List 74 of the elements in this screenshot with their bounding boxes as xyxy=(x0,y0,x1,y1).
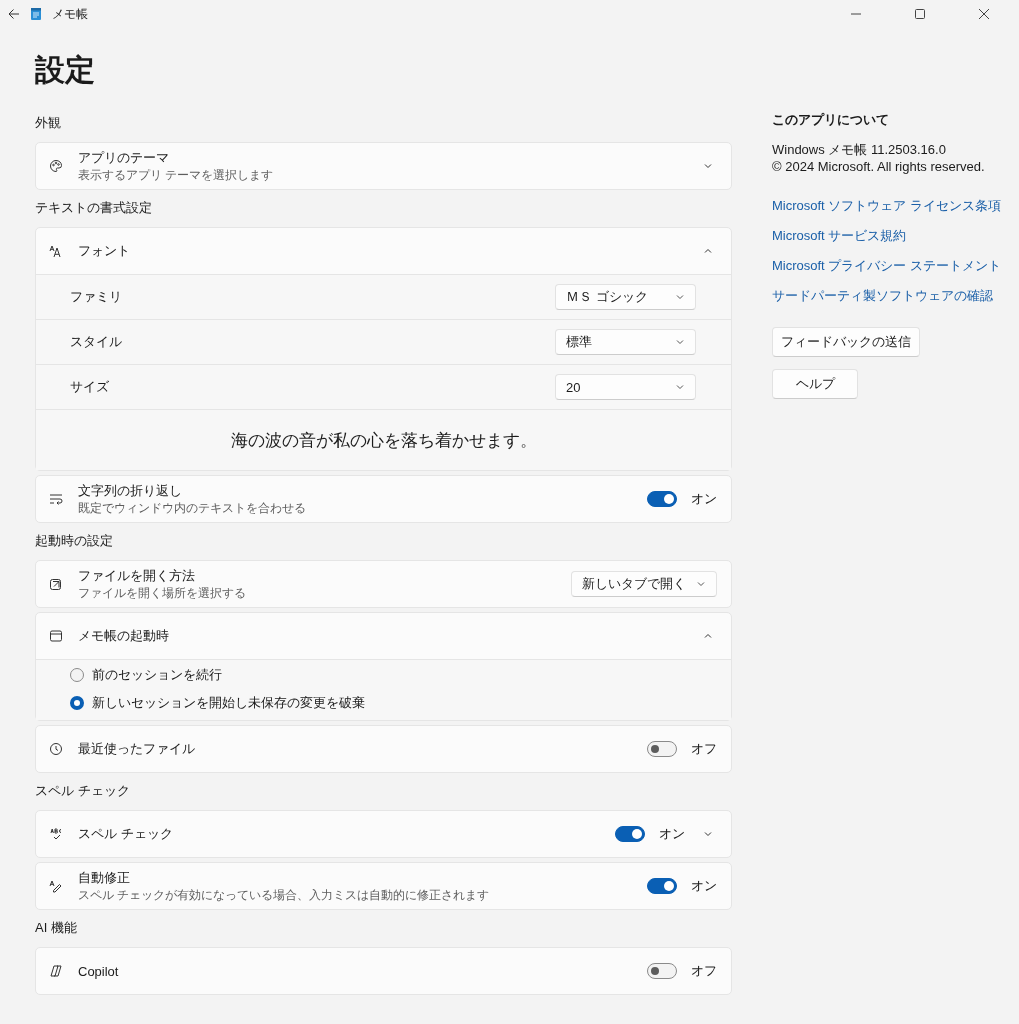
about-button[interactable]: ヘルプ xyxy=(772,369,858,399)
chevron-down-icon xyxy=(675,382,685,392)
setting-title: 文字列の折り返し xyxy=(78,482,182,500)
text-wrap-icon xyxy=(48,491,64,507)
setting-card[interactable]: フォント ファミリ ＭＳ ゴシック スタイル 標準 サイズ 20 海の波の音が私の心を落ち着かせます。 xyxy=(35,227,732,471)
chevron-down-icon xyxy=(675,292,685,302)
spell-check-icon xyxy=(48,826,64,842)
setting-card[interactable]: アプリのテーマ 表示するアプリ テーマを選択します xyxy=(35,142,732,190)
setting-title: Copilot xyxy=(78,963,119,979)
palette-icon xyxy=(48,158,64,174)
setting-description: スペル チェックが有効になっている場合、入力ミスは自動的に修正されます xyxy=(78,888,490,903)
open-file-icon xyxy=(48,576,64,592)
section-heading: 起動時の設定 xyxy=(35,532,113,550)
toggle-state-label: オン xyxy=(659,825,685,843)
setting-title: ファイルを開く方法 xyxy=(78,567,195,585)
setting-card[interactable]: スペル チェック オン xyxy=(35,810,732,858)
section-heading: AI 機能 xyxy=(35,919,77,937)
setting-description: ファイルを開く場所を選択する xyxy=(78,586,246,601)
setting-card[interactable]: メモ帳の起動時 前のセッションを続行 新しいセッションを開始し未保存の変更を破棄 xyxy=(35,612,732,721)
dropdown[interactable]: 20 xyxy=(555,374,696,400)
setting-description: 既定でウィンドウ内のテキストを合わせる xyxy=(78,501,306,516)
toggle-state-label: オフ xyxy=(691,740,717,758)
version-text: Windows メモ帳 11.2503.16.0 xyxy=(772,141,946,158)
window-icon xyxy=(48,628,64,644)
setting-description: 表示するアプリ テーマを選択します xyxy=(78,168,274,183)
font-preview-text: 海の波の音が私の心を落ち着かせます。 xyxy=(230,429,537,452)
dropdown[interactable]: ＭＳ ゴシック xyxy=(555,284,696,310)
section-heading: テキストの書式設定 xyxy=(35,199,152,217)
setting-label: サイズ xyxy=(70,378,110,396)
radio-option[interactable]: 新しいセッションを開始し未保存の変更を破棄 xyxy=(70,694,697,712)
setting-card[interactable]: ファイルを開く方法 ファイルを開く場所を選択する 新しいタブで開く xyxy=(35,560,732,608)
setting-card[interactable]: 文字列の折り返し 既定でウィンドウ内のテキストを合わせる オン xyxy=(35,475,732,523)
font-size-icon xyxy=(48,243,64,259)
setting-card[interactable]: 最近使ったファイル オフ xyxy=(35,725,732,773)
radio-button[interactable] xyxy=(70,696,84,710)
chevron-down-icon xyxy=(696,579,706,589)
chevron-down-icon xyxy=(675,337,685,347)
toggle-switch[interactable] xyxy=(647,741,677,757)
toggle-switch[interactable] xyxy=(647,878,677,894)
section-heading: 外観 xyxy=(35,114,61,132)
window-title: メモ帳 xyxy=(52,5,89,23)
toggle-state-label: オフ xyxy=(691,962,717,980)
page-title: 設定 xyxy=(35,52,95,88)
back-arrow-icon[interactable] xyxy=(8,8,20,20)
dropdown[interactable]: 標準 xyxy=(555,329,696,355)
link[interactable]: Microsoft サービス規約 xyxy=(772,227,907,245)
toggle-state-label: オン xyxy=(691,490,717,508)
setting-title: 最近使ったファイル xyxy=(78,740,195,758)
about-button[interactable]: フィードバックの送信 xyxy=(772,327,920,357)
toggle-switch[interactable] xyxy=(615,826,645,842)
about-heading: このアプリについて xyxy=(772,111,889,129)
setting-title: アプリのテーマ xyxy=(78,149,169,167)
setting-label: ファミリ xyxy=(70,288,123,306)
setting-title: フォント xyxy=(78,242,130,260)
setting-card[interactable]: 自動修正 スペル チェックが有効になっている場合、入力ミスは自動的に修正されます オン xyxy=(35,862,732,910)
setting-title: 自動修正 xyxy=(78,869,130,887)
link[interactable]: サードパーティ製ソフトウェアの確認 xyxy=(772,287,993,305)
notepad-icon xyxy=(30,7,42,21)
radio-option[interactable]: 前のセッションを続行 xyxy=(70,666,697,684)
setting-card[interactable]: Copilot オフ xyxy=(35,947,732,995)
setting-label: スタイル xyxy=(70,333,123,351)
setting-title: スペル チェック xyxy=(78,825,173,843)
section-heading: スペル チェック xyxy=(35,782,130,800)
toggle-switch[interactable] xyxy=(647,491,677,507)
dropdown[interactable]: 新しいタブで開く xyxy=(571,571,717,597)
setting-title: メモ帳の起動時 xyxy=(78,627,169,645)
toggle-state-label: オン xyxy=(691,877,717,895)
copyright-text: © 2024 Microsoft. All rights reserved. xyxy=(772,158,985,175)
clock-icon xyxy=(48,741,64,757)
radio-button[interactable] xyxy=(70,668,84,682)
link[interactable]: Microsoft プライバシー ステートメント xyxy=(772,257,1001,275)
pen-icon xyxy=(48,878,64,894)
toggle-switch[interactable] xyxy=(647,963,677,979)
link[interactable]: Microsoft ソフトウェア ライセンス条項 xyxy=(772,197,1001,215)
